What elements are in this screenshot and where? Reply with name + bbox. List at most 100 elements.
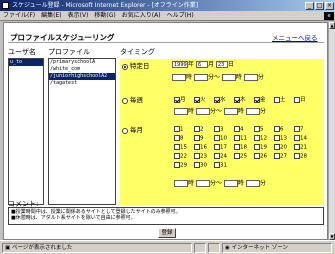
month-date-option[interactable]: 6	[274, 125, 294, 132]
start-hour-input[interactable]	[172, 74, 186, 81]
month-date-option[interactable]: 10	[214, 134, 234, 141]
close-button[interactable]: ×	[325, 2, 334, 10]
weekly-end-min-input[interactable]	[245, 108, 260, 115]
minimize-button[interactable]: _	[305, 2, 314, 10]
register-button[interactable]: 登録	[158, 228, 176, 238]
month-date-option[interactable]: 17	[214, 143, 234, 150]
weekly-end-hour-input[interactable]	[223, 108, 238, 115]
month-date-checkbox[interactable]	[274, 134, 280, 141]
month-date-checkbox[interactable]	[174, 143, 180, 150]
month-date-option[interactable]: 5	[254, 125, 274, 132]
month-date-checkbox[interactable]	[194, 134, 200, 141]
month-date-checkbox[interactable]	[274, 125, 280, 132]
monthly-end-min-input[interactable]	[245, 180, 260, 187]
month-date-option[interactable]: 16	[194, 143, 214, 150]
menu-item[interactable]: ヘルプ(H)	[164, 11, 197, 21]
list-item[interactable]: /primaryschoolA	[49, 59, 115, 66]
weekday-checkbox[interactable]	[174, 96, 180, 103]
vertical-scrollbar[interactable]: ▲ ▼	[328, 22, 335, 240]
month-date-checkbox[interactable]	[294, 143, 300, 150]
comment-textarea[interactable]: ■授業時間中は、授業に関係あるサイトとして登録したサイトのみ参照可。 ■休憩時は…	[8, 207, 324, 225]
month-date-option[interactable]: 27	[274, 152, 294, 159]
month-date-option[interactable]: 4	[234, 125, 254, 132]
month-date-checkbox[interactable]	[294, 134, 300, 141]
month-date-option[interactable]: 14	[294, 134, 314, 141]
month-date-checkbox[interactable]	[294, 152, 300, 159]
specific-date-radio[interactable]	[122, 63, 128, 70]
user-listbox[interactable]: u_to	[8, 58, 44, 205]
month-date-option[interactable]: 18	[234, 143, 254, 150]
weekly-start-min-input[interactable]	[195, 108, 210, 115]
month-date-option[interactable]: 22	[174, 152, 194, 159]
specific-date-option[interactable]: 特定日	[122, 61, 149, 71]
month-date-option[interactable]: 7	[294, 125, 314, 132]
month-date-option[interactable]: 23	[194, 152, 214, 159]
list-item[interactable]: /tagatest	[49, 80, 115, 87]
month-date-option[interactable]: 8	[174, 134, 194, 141]
weekday-option[interactable]: 木	[234, 95, 254, 103]
weekday-option[interactable]: 火	[194, 95, 214, 103]
month-date-option[interactable]: 31	[214, 161, 234, 168]
month-date-checkbox[interactable]	[254, 125, 260, 132]
month-date-checkbox[interactable]	[174, 161, 180, 168]
month-date-checkbox[interactable]	[174, 134, 180, 141]
month-date-checkbox[interactable]	[174, 152, 180, 159]
weekday-checkbox[interactable]	[254, 96, 260, 103]
menu-item[interactable]: ファイル(F)	[0, 11, 38, 21]
weekday-option[interactable]: 日	[294, 95, 314, 103]
weekday-option[interactable]: 金	[254, 95, 274, 103]
month-date-checkbox[interactable]	[234, 152, 240, 159]
menu-item[interactable]: 移動(G)	[91, 11, 118, 21]
list-item[interactable]: /juniorhighschoolA2	[49, 73, 115, 80]
month-date-checkbox[interactable]	[174, 125, 180, 132]
weekday-option[interactable]: 月	[174, 95, 194, 103]
weekday-option[interactable]: 土	[274, 95, 294, 103]
weekday-checkbox[interactable]	[214, 96, 220, 103]
month-date-option[interactable]: 3	[214, 125, 234, 132]
month-date-checkbox[interactable]	[234, 125, 240, 132]
scroll-up-icon[interactable]: ▲	[329, 22, 335, 29]
menu-item[interactable]: 編集(E)	[38, 11, 64, 21]
end-hour-input[interactable]	[221, 74, 236, 81]
weekday-checkbox[interactable]	[274, 96, 280, 103]
month-date-checkbox[interactable]	[254, 143, 260, 150]
monthly-start-min-input[interactable]	[195, 180, 210, 187]
month-date-option[interactable]: 29	[174, 161, 194, 168]
month-date-option[interactable]: 2	[194, 125, 214, 132]
month-date-option[interactable]: 12	[254, 134, 274, 141]
month-date-checkbox[interactable]	[194, 161, 200, 168]
month-date-checkbox[interactable]	[274, 152, 280, 159]
month-date-option[interactable]: 11	[234, 134, 254, 141]
month-date-option[interactable]: 21	[294, 143, 314, 150]
weekday-checkbox[interactable]	[234, 96, 240, 103]
month-date-checkbox[interactable]	[194, 152, 200, 159]
end-min-input[interactable]	[243, 74, 258, 81]
month-date-checkbox[interactable]	[274, 143, 280, 150]
menu-item[interactable]: 表示(V)	[65, 11, 92, 21]
list-item[interactable]: /white_com	[49, 66, 115, 73]
month-date-option[interactable]: 20	[274, 143, 294, 150]
month-date-checkbox[interactable]	[254, 152, 260, 159]
weekday-checkbox[interactable]	[294, 96, 300, 103]
month-date-option[interactable]: 9	[194, 134, 214, 141]
month-date-option[interactable]: 25	[234, 152, 254, 159]
month-date-checkbox[interactable]	[214, 161, 220, 168]
maximize-button[interactable]: □	[315, 2, 324, 10]
day-input[interactable]: 23	[215, 61, 228, 68]
weekday-option[interactable]: 水	[214, 95, 234, 103]
list-item[interactable]: u_to	[9, 59, 43, 66]
month-date-checkbox[interactable]	[214, 143, 220, 150]
profile-listbox[interactable]: /primaryschoolA/white_com/juniorhighscho…	[48, 58, 116, 205]
weekly-option[interactable]: 毎週	[122, 95, 143, 105]
scroll-down-icon[interactable]: ▼	[329, 233, 335, 240]
monthly-end-hour-input[interactable]	[223, 180, 238, 187]
month-date-checkbox[interactable]	[214, 125, 220, 132]
year-input[interactable]: 1999	[172, 61, 188, 68]
month-date-checkbox[interactable]	[194, 143, 200, 150]
weekly-start-hour-input[interactable]	[174, 108, 188, 115]
month-date-checkbox[interactable]	[234, 143, 240, 150]
month-date-option[interactable]: 30	[194, 161, 214, 168]
weekday-checkbox[interactable]	[194, 96, 200, 103]
month-date-checkbox[interactable]	[234, 134, 240, 141]
month-date-option[interactable]: 19	[254, 143, 274, 150]
